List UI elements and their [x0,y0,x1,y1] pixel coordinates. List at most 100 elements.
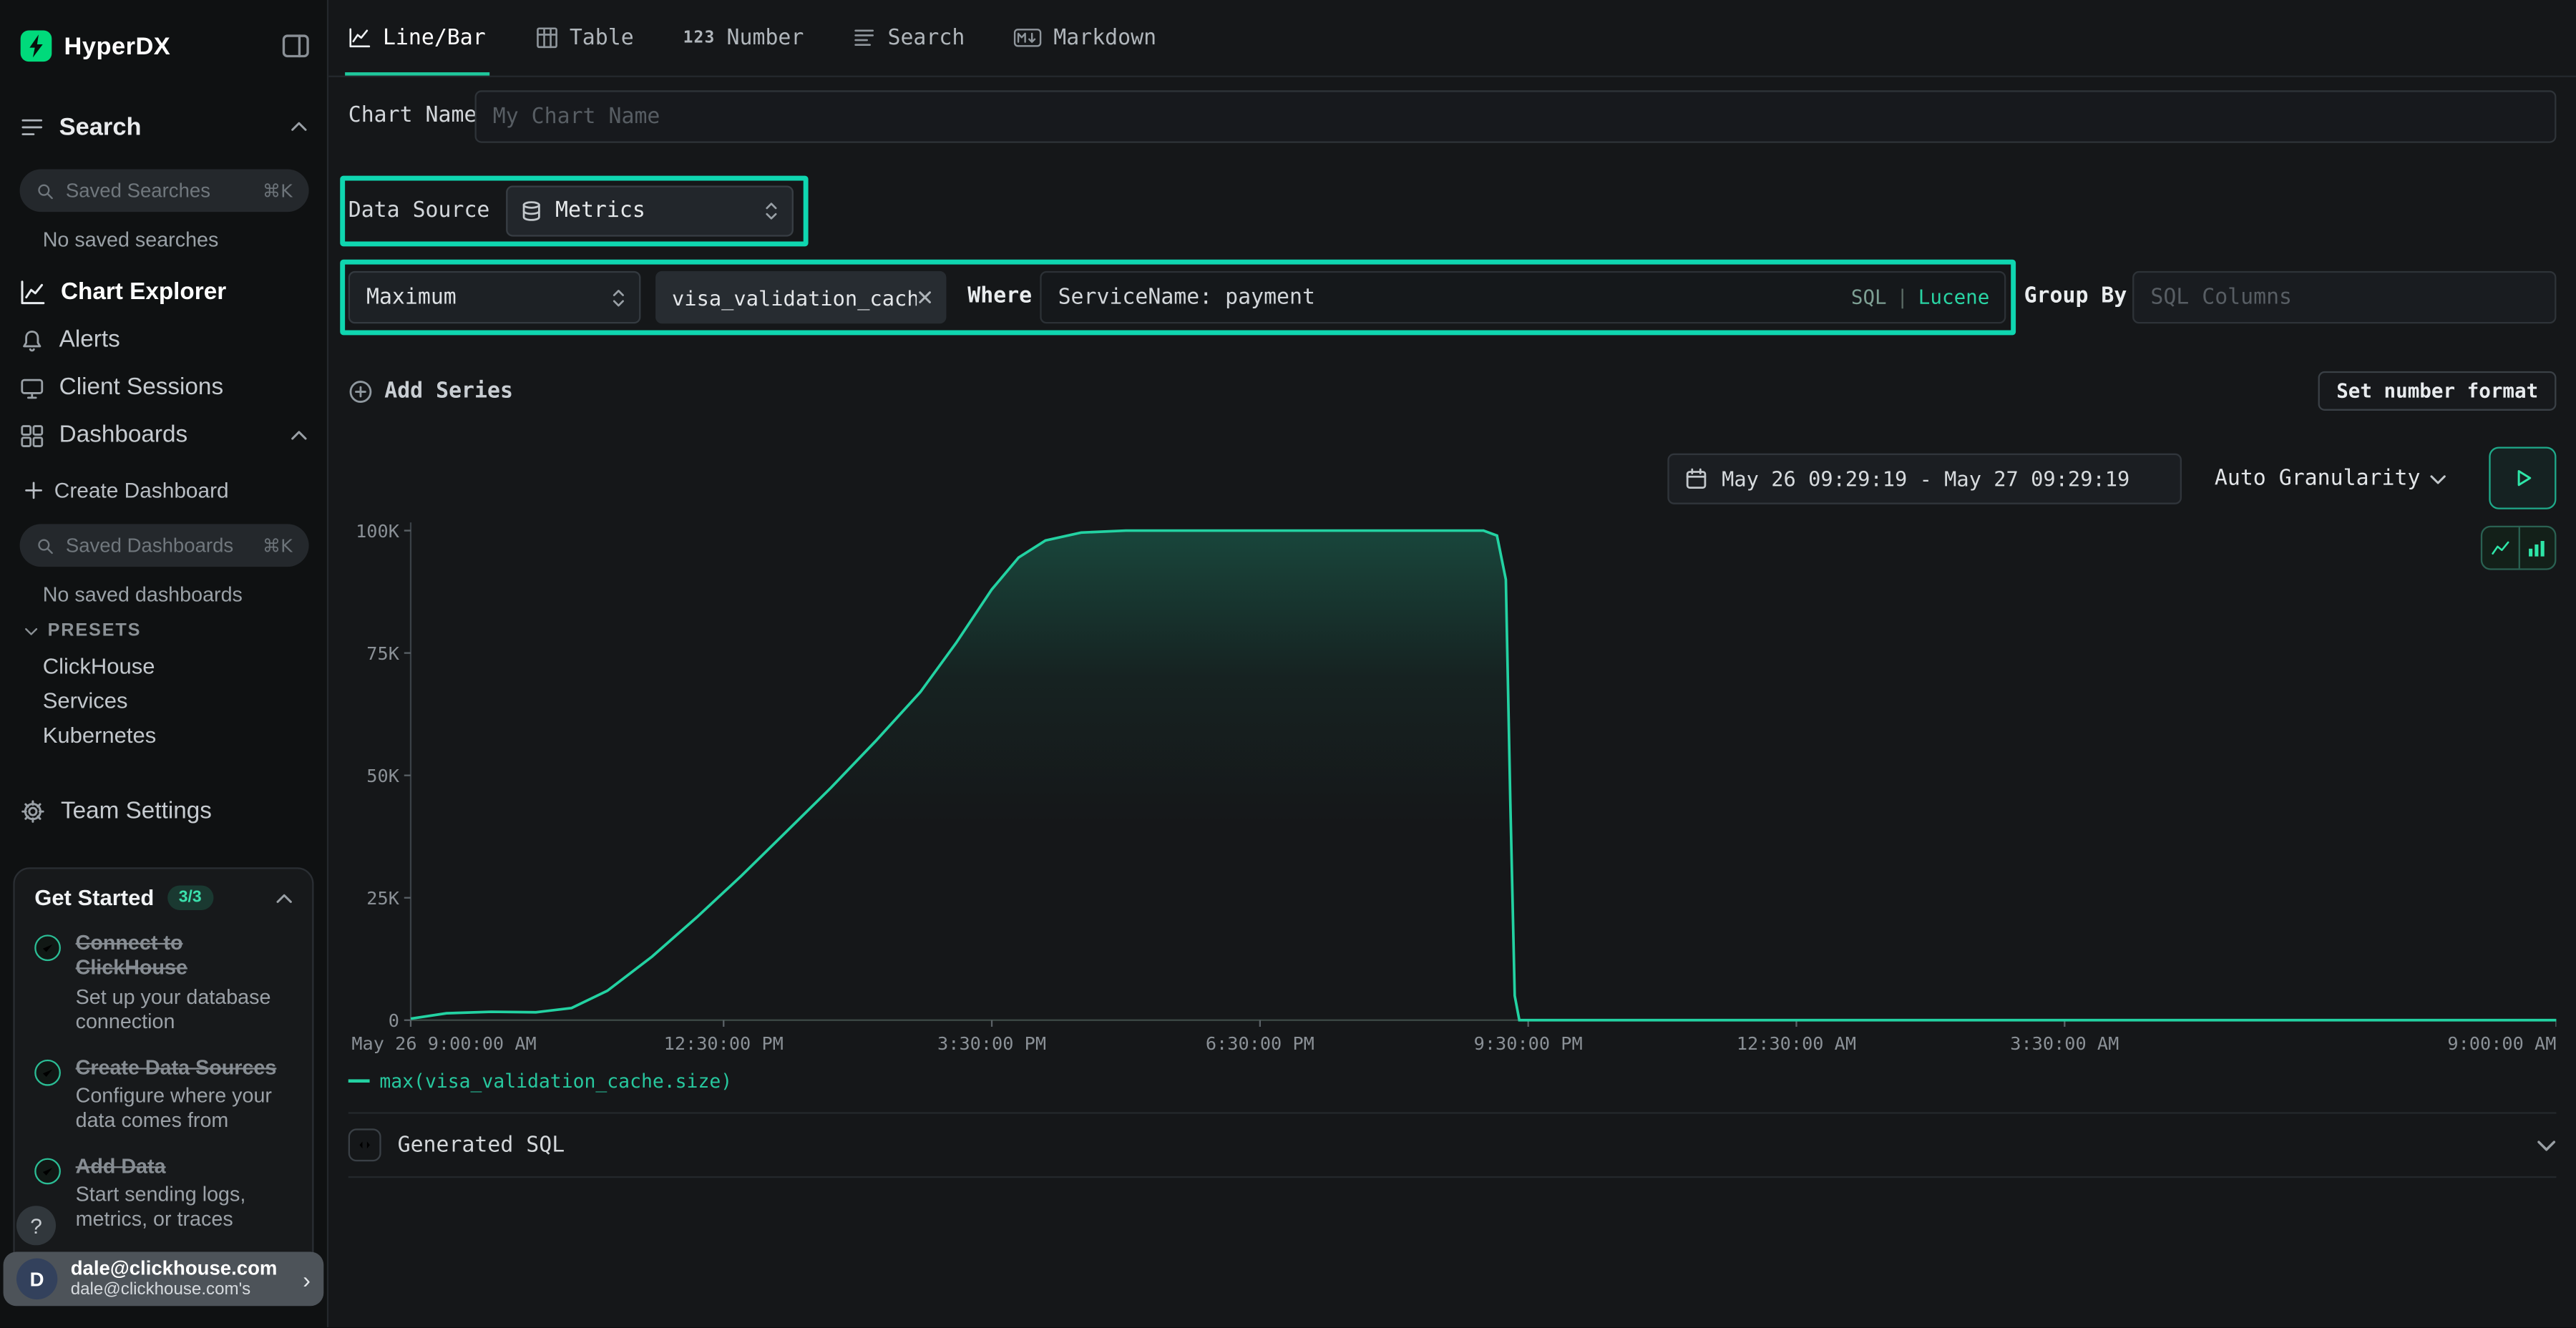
get-started-step[interactable]: Add Data Start sending logs, metrics, or… [34,1154,292,1231]
metric-line-chart[interactable]: 025K50K75K100KMay 26 9:00:00 AM12:30:00 … [348,519,2557,1065]
sidebar-item-label: Dashboards [59,422,188,449]
mode-divider: | [1896,285,1908,308]
y-tick-label: 100K [356,521,400,542]
check-circle-icon [34,1158,61,1184]
metric-tag[interactable]: visa_validation_cach [655,271,946,323]
table-icon [535,26,558,49]
search-section-header[interactable]: Search [20,109,308,145]
line-chart-icon [348,26,371,49]
create-dashboard-button[interactable]: Create Dashboard [24,475,228,504]
chart-name-input[interactable] [475,90,2557,142]
search-section-label: Search [59,112,142,140]
updown-chevrons-icon [611,287,626,308]
close-icon[interactable] [917,289,933,306]
chevron-right-icon: › [303,1266,311,1292]
group-by-label: Group By [2024,271,2127,322]
granularity-select[interactable]: Auto Granularity [2202,454,2459,504]
chart-legend[interactable]: max(visa_validation_cache.size) [348,1070,732,1093]
y-tick-label: 0 [389,1010,399,1031]
main-content: Line/Bar Table 123 Number Search [328,0,2576,1327]
legend-swatch [348,1079,370,1083]
get-started-step[interactable]: Create Data Sources Configure where your… [34,1055,292,1133]
preset-item-kubernetes[interactable]: Kubernetes [43,723,157,747]
x-tick-label: 9:30:00 PM [1474,1033,1583,1054]
tab-table[interactable]: Table [535,0,634,76]
step-desc: Set up your database connection [76,985,293,1034]
presets-header[interactable]: PRESETS [24,621,141,641]
chevron-down-icon [2430,474,2446,484]
data-source-select[interactable]: Metrics [506,185,794,236]
sidebar-collapse-icon[interactable] [281,31,311,61]
tab-number[interactable]: 123 Number [683,0,804,76]
x-tick-label: 3:30:00 PM [937,1033,1046,1054]
y-tick-label: 50K [366,766,399,786]
x-tick-label: 9:00:00 AM [2447,1033,2556,1054]
date-range-value: May 26 09:29:19 - May 27 09:29:19 [1722,467,2129,491]
x-tick-label: 6:30:00 PM [1206,1033,1314,1054]
add-series-button[interactable]: Add Series [348,376,513,406]
legend-label: max(visa_validation_cache.size) [379,1070,732,1093]
avatar: D [16,1259,57,1299]
preset-item-services[interactable]: Services [43,688,128,713]
brand[interactable]: HyperDX [20,29,171,62]
bell-icon [20,328,44,352]
chart-name-label: Chart Name [348,90,477,141]
plus-icon [24,481,42,499]
step-desc: Configure where your data comes from [76,1084,293,1133]
chevron-up-icon[interactable] [276,893,293,903]
sql-mode-toggle[interactable]: SQL [1851,285,1887,308]
step-title: Create Data Sources [76,1055,293,1080]
tab-line-bar[interactable]: Line/Bar [348,0,486,76]
group-by-input[interactable] [2132,271,2556,323]
series-area [411,531,2556,1020]
get-started-step[interactable]: Connect to ClickHouse Set up your databa… [34,932,292,1034]
calendar-icon [1686,468,1707,489]
sidebar-item-client-sessions[interactable]: Client Sessions [20,370,308,406]
tab-label: Markdown [1053,26,1156,50]
where-label: Where [967,271,1032,322]
sidebar-item-dashboards[interactable]: Dashboards [20,417,308,454]
lucene-mode-toggle[interactable]: Lucene [1918,285,1990,308]
get-started-card: Get Started 3/3 Connect to ClickHouse Se… [13,867,313,1281]
updown-chevrons-icon [764,200,779,222]
chart-explorer-icon [20,279,47,306]
preset-item-clickhouse[interactable]: ClickHouse [43,654,155,678]
plus-circle-icon [348,379,373,403]
code-icon [348,1128,381,1161]
aggregation-select[interactable]: Maximum [348,271,641,323]
sidebar-item-label: Chart Explorer [61,279,226,306]
user-email: dale@clickhouse.com [71,1258,278,1281]
user-menu[interactable]: D dale@clickhouse.com dale@clickhouse.co… [4,1251,324,1306]
run-query-button[interactable] [2489,446,2556,509]
where-filter: SQL | Lucene [1040,271,2006,323]
app-window: HyperDX Search Saved Searches ⌘K No save… [0,0,2576,1327]
create-dashboard-label: Create Dashboard [54,477,229,502]
sidebar-item-chart-explorer[interactable]: Chart Explorer [20,274,308,311]
help-button[interactable]: ? [16,1206,56,1245]
tab-search[interactable]: Search [853,0,965,76]
user-org: dale@clickhouse.com's [71,1280,278,1300]
set-number-format-button[interactable]: Set number format [2318,371,2557,411]
tab-markdown[interactable]: Markdown [1014,0,1156,76]
date-range-picker[interactable]: May 26 09:29:19 - May 27 09:29:19 [1667,454,2182,504]
monitor-icon [20,376,44,400]
sidebar-item-team-settings[interactable]: Team Settings [20,794,308,830]
get-started-title: Get Started [34,886,154,910]
aggregation-value: Maximum [366,285,611,309]
add-series-label: Add Series [384,379,513,403]
sidebar-item-alerts[interactable]: Alerts [20,322,308,358]
generated-sql-section[interactable]: Generated SQL [348,1112,2557,1178]
brand-name: HyperDX [64,32,171,60]
granularity-value: Auto Granularity [2215,467,2421,491]
sidebar-item-label: Client Sessions [59,374,223,401]
saved-dashboards-input[interactable]: Saved Dashboards ⌘K [20,524,309,567]
x-tick-label: 12:30:00 AM [1737,1033,1856,1054]
saved-searches-input[interactable]: Saved Searches ⌘K [20,169,309,212]
check-circle-icon [34,934,61,961]
database-icon [521,200,542,222]
check-circle-icon [34,1059,61,1085]
no-saved-searches-note: No saved searches [43,228,219,251]
generated-sql-label: Generated SQL [398,1133,565,1157]
tab-label: Number [727,26,804,50]
chart-type-tabbar: Line/Bar Table 123 Number Search [328,0,2576,77]
